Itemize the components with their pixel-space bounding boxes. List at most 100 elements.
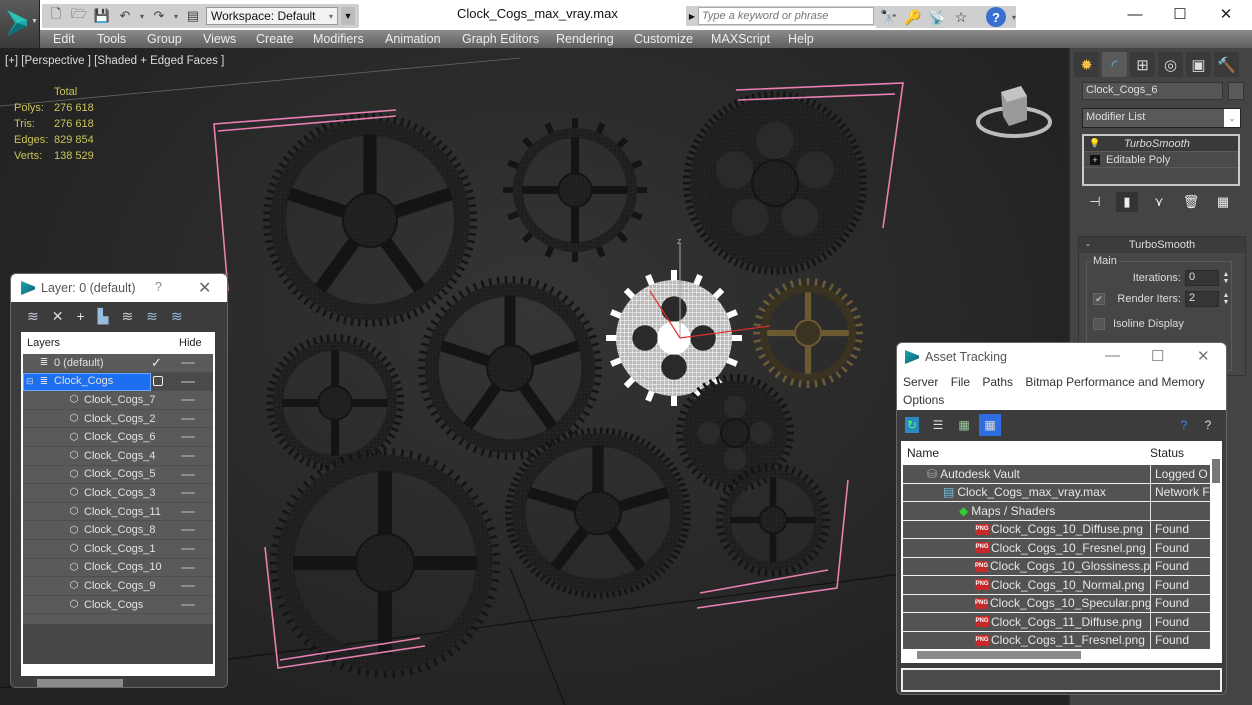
create-icon[interactable]: ✹: [1074, 52, 1099, 77]
stack-item-editable-poly[interactable]: + Editable Poly: [1084, 152, 1238, 168]
modify-icon[interactable]: ◜: [1102, 52, 1127, 77]
col-status[interactable]: Status: [1150, 446, 1184, 460]
undo-icon[interactable]: ↶: [115, 7, 135, 25]
dialog-title-bar[interactable]: Layer: 0 (default) ? ✕: [11, 274, 227, 302]
maximize-button[interactable]: ☐: [1151, 347, 1164, 365]
asset-row[interactable]: PNG Clock_Cogs_10_Specular.png Found: [903, 594, 1210, 613]
show-end-result-icon[interactable]: ▮: [1116, 192, 1138, 212]
search-input[interactable]: [698, 7, 874, 25]
menu-paths[interactable]: Paths: [982, 375, 1013, 389]
menu-modifiers[interactable]: Modifiers: [313, 32, 364, 46]
horizontal-scrollbar[interactable]: [37, 679, 123, 687]
spinner-arrows-icon[interactable]: ▲ ▼: [1221, 271, 1231, 285]
layer-row[interactable]: ≣ 0 (default) ✓: [23, 354, 213, 373]
gear-mesh[interactable]: [753, 278, 863, 388]
tree-view-icon[interactable]: ▦: [957, 417, 971, 433]
app-menu-button[interactable]: ▼: [0, 0, 40, 48]
menu-server[interactable]: Server: [903, 375, 938, 389]
layer-row[interactable]: ⬡ Clock_Cogs_2: [23, 410, 213, 429]
menu-tools[interactable]: Tools: [97, 32, 126, 46]
hide-toggle[interactable]: [181, 548, 195, 550]
customize-toolbar-button[interactable]: ▼: [341, 7, 355, 25]
hide-toggle[interactable]: [181, 510, 195, 513]
hide-toggle[interactable]: [181, 455, 195, 457]
object-color-swatch[interactable]: [1228, 82, 1244, 100]
gear-mesh[interactable]: [263, 113, 477, 327]
hide-toggle[interactable]: [181, 603, 195, 606]
expand-plus-icon[interactable]: +: [1090, 154, 1100, 165]
workspace-select[interactable]: Workspace: Default ▾: [206, 7, 338, 25]
layer-row[interactable]: ⬡ Clock_Cogs_9: [23, 577, 213, 596]
layer-row[interactable]: ⬡ Clock_Cogs_1: [23, 540, 213, 559]
vertical-scrollbar[interactable]: [1212, 459, 1220, 483]
menu-graph-editors[interactable]: Graph Editors: [462, 32, 539, 46]
menu-customize[interactable]: Customize: [634, 32, 693, 46]
modifier-list-dropdown[interactable]: Modifier List ⌄: [1082, 108, 1241, 128]
menu-file[interactable]: File: [951, 375, 970, 389]
rollout-header[interactable]: - TurboSmooth: [1079, 237, 1245, 253]
hide-toggle[interactable]: [181, 492, 195, 495]
set-current-layer-icon[interactable]: ≋: [146, 308, 158, 325]
menu-maxscript[interactable]: MAXScript: [711, 32, 770, 46]
lightbulb-icon[interactable]: 💡: [1088, 138, 1102, 149]
undo-dropdown-icon[interactable]: ▾: [138, 12, 146, 21]
hide-toggle[interactable]: [181, 399, 195, 402]
hierarchy-icon[interactable]: ⊞: [1130, 52, 1155, 77]
layer-row[interactable]: ⬡ Clock_Cogs_8: [23, 521, 213, 540]
menu-group[interactable]: Group: [147, 32, 182, 46]
create-layer-icon[interactable]: ≋: [27, 308, 39, 325]
motion-icon[interactable]: ◎: [1158, 52, 1183, 77]
render-iters-field[interactable]: 2: [1185, 291, 1219, 307]
collapse-icon[interactable]: ⊟: [26, 376, 34, 387]
hide-toggle[interactable]: [181, 585, 195, 588]
pin-stack-icon[interactable]: ⊣: [1084, 192, 1106, 212]
layer-row[interactable]: ⬡ Clock_Cogs_5: [23, 466, 213, 485]
menu-help[interactable]: Help: [788, 32, 814, 46]
layer-settings-icon[interactable]: ≋: [171, 308, 183, 325]
gear-mesh[interactable]: [418, 276, 602, 460]
minimize-button[interactable]: —: [1105, 347, 1120, 364]
open-folder-icon[interactable]: 🗁: [69, 6, 89, 25]
asset-row[interactable]: PNG Clock_Cogs_11_Diffuse.png Found: [903, 613, 1210, 632]
asset-row[interactable]: ◆ Maps / Shaders: [903, 502, 1210, 521]
asset-row[interactable]: PNG Clock_Cogs_10_Diffuse.png Found: [903, 520, 1210, 539]
hide-toggle[interactable]: [181, 436, 195, 439]
asset-path-field[interactable]: [901, 668, 1222, 692]
refresh-icon[interactable]: ↻: [905, 417, 919, 433]
gear-mesh[interactable]: [683, 91, 867, 275]
dialog-title-bar[interactable]: Asset Tracking — ☐ ✕: [897, 343, 1226, 371]
help-button[interactable]: ?: [155, 280, 162, 294]
viewcube-icon[interactable]: [975, 82, 1053, 142]
add-to-layer-icon[interactable]: +: [76, 308, 84, 324]
help-icon[interactable]: ?: [986, 7, 1006, 27]
layer-row[interactable]: ⬡ Clock_Cogs_4: [23, 447, 213, 466]
menu-bitmap-performance[interactable]: Bitmap Performance and Memory: [1025, 375, 1204, 389]
layer-row[interactable]: ⬡ Clock_Cogs_10: [23, 559, 213, 578]
delete-layer-icon[interactable]: ✕: [52, 308, 64, 325]
asset-row[interactable]: ▤ Clock_Cogs_max_vray.max Network F: [903, 483, 1210, 502]
col-hide[interactable]: Hide: [179, 337, 202, 349]
menu-options[interactable]: Options: [903, 393, 944, 407]
hide-toggle[interactable]: [181, 380, 195, 383]
hide-toggle[interactable]: [181, 473, 195, 476]
star-icon[interactable]: ☆: [952, 8, 970, 26]
chevron-down-icon[interactable]: ▾: [1012, 13, 1016, 22]
current-layer-check-icon[interactable]: ✓: [151, 355, 162, 371]
gear-mesh[interactable]: [505, 427, 691, 599]
col-layers[interactable]: Layers: [21, 337, 179, 349]
menu-rendering[interactable]: Rendering: [556, 32, 614, 46]
iterations-field[interactable]: 0: [1185, 270, 1219, 286]
menu-views[interactable]: Views: [203, 32, 236, 46]
isoline-checkbox[interactable]: [1093, 318, 1105, 330]
hide-toggle[interactable]: [181, 566, 195, 569]
hide-toggle[interactable]: [181, 417, 195, 420]
project-folder-icon[interactable]: ▤: [183, 7, 203, 25]
hide-toggle[interactable]: [181, 529, 195, 532]
select-objects-icon[interactable]: ▙: [98, 308, 109, 325]
expand-arrow-icon[interactable]: ▶: [686, 12, 698, 21]
viewport-label[interactable]: [+] [Perspective ] [Shaded + Edged Faces…: [5, 55, 224, 67]
select-layer-icon[interactable]: ≋: [121, 308, 133, 325]
asset-row[interactable]: PNG Clock_Cogs_10_Glossiness.png Found: [903, 557, 1210, 576]
asset-row[interactable]: PNG Clock_Cogs_11_Fresnel.png Found: [903, 631, 1210, 649]
hide-toggle[interactable]: [181, 362, 195, 364]
